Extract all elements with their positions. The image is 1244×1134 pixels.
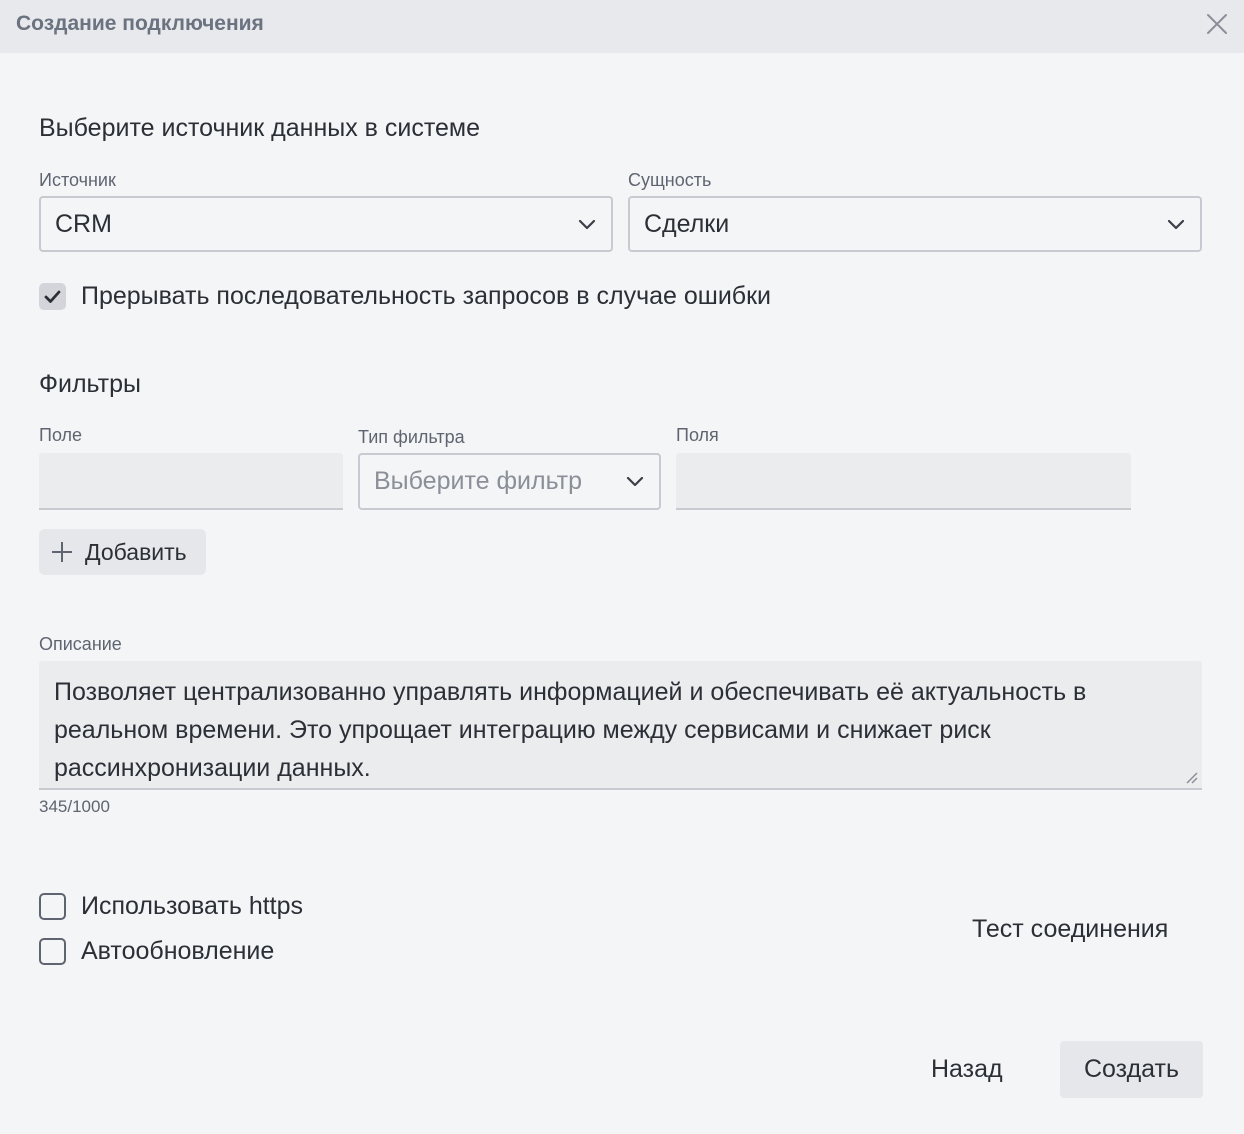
filters-title: Фильтры <box>39 370 141 398</box>
close-button[interactable] <box>1204 11 1230 37</box>
source-select[interactable]: CRM <box>39 196 613 252</box>
filter-type-label: Тип фильтра <box>358 427 465 447</box>
entity-label: Сущность <box>628 170 712 190</box>
description-text: Позволяет централизованно управлять инфо… <box>54 678 1087 782</box>
test-connection-button[interactable]: Тест соединения <box>972 912 1168 946</box>
filter-type-placeholder: Выберите фильтр <box>374 467 583 495</box>
use-https-label: Использовать https <box>81 892 304 920</box>
filter-fields-input[interactable] <box>676 453 1131 510</box>
check-icon <box>44 290 61 303</box>
chevron-down-icon <box>626 476 644 487</box>
entity-select[interactable]: Сделки <box>628 196 1202 252</box>
use-https-checkbox[interactable]: Использовать https <box>39 892 359 922</box>
filter-type-select[interactable]: Выберите фильтр <box>358 453 661 510</box>
checkbox-checked[interactable] <box>39 283 66 310</box>
description-label: Описание <box>39 634 122 654</box>
entity-select-value: Сделки <box>644 210 730 238</box>
create-connection-dialog: Создание подключения Выберите источник д… <box>0 0 1244 1134</box>
add-filter-button[interactable]: Добавить <box>39 529 206 575</box>
add-filter-label: Добавить <box>85 539 187 565</box>
back-button[interactable]: Назад <box>931 1052 1003 1086</box>
filter-fields-label: Поля <box>676 425 719 445</box>
create-button-label: Создать <box>1083 1055 1179 1083</box>
dialog-title: Создание подключения <box>16 12 264 35</box>
checkbox-unchecked[interactable] <box>39 938 66 965</box>
source-label: Источник <box>39 170 116 190</box>
chevron-down-icon <box>578 219 596 230</box>
autoupdate-label: Автообновление <box>81 937 275 965</box>
close-icon <box>1207 14 1227 34</box>
checkbox-unchecked[interactable] <box>39 893 66 920</box>
description-char-counter: 345/1000 <box>39 797 110 816</box>
source-section-title: Выберите источник данных в системе <box>39 114 481 142</box>
create-button[interactable]: Создать <box>1060 1041 1203 1098</box>
filter-field-input[interactable] <box>39 453 343 510</box>
interrupt-on-error-label: Прерывать последовательность запросов в … <box>81 282 772 310</box>
chevron-down-icon <box>1167 219 1185 230</box>
interrupt-on-error-checkbox[interactable]: Прерывать последовательность запросов в … <box>39 282 839 312</box>
plus-icon <box>52 542 72 562</box>
filter-field-label: Поле <box>39 425 83 445</box>
autoupdate-checkbox[interactable]: Автообновление <box>39 937 319 967</box>
description-textarea[interactable]: Позволяет централизованно управлять инфо… <box>39 661 1202 790</box>
source-select-value: CRM <box>55 210 112 238</box>
dialog-header: Создание подключения <box>0 0 1244 53</box>
resize-handle-icon[interactable] <box>1184 770 1198 784</box>
